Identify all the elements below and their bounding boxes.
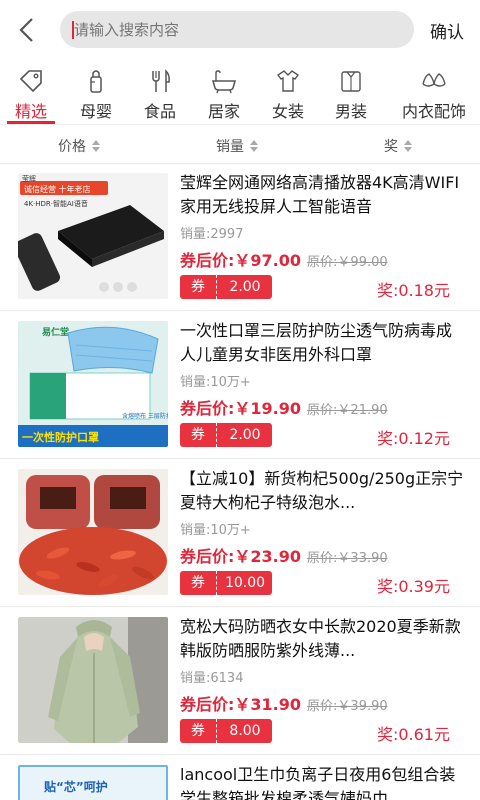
coupon-label: 券	[191, 575, 205, 591]
thumb-tag: 含熔喷布 三层防护	[122, 412, 168, 420]
tab-label: 母婴	[79, 102, 112, 121]
after-coupon-label: 券后价:	[180, 695, 235, 714]
tab-label: 居家	[207, 102, 240, 121]
reward-amount: 奖:0.12元	[376, 429, 450, 448]
tab-womens-wear[interactable]: 女装	[258, 60, 318, 124]
price-row: 券后价:￥97.00 原价:￥99.00	[180, 247, 388, 271]
product-title[interactable]: 【立减10】新货枸杞500g/250g正宗宁夏特大枸杞子特级泡水...	[180, 467, 464, 515]
reward-amount: 奖:0.61元	[376, 725, 450, 744]
thumb-brand: 易仁堂	[42, 326, 69, 338]
sales-count: 销量:10万+	[180, 523, 251, 538]
tab-home[interactable]: 居家	[190, 60, 258, 124]
product-image-sanitary-pad[interactable]: 贴“芯”呵护	[18, 765, 168, 800]
price-row: 券后价:￥23.90 原价:￥33.90	[180, 543, 388, 567]
sort-label: 销量	[216, 139, 244, 155]
product-card[interactable]: 【立减10】新货枸杞500g/250g正宗宁夏特大枸杞子特级泡水... 销量:1…	[0, 459, 480, 607]
coupon-label: 券	[191, 723, 205, 739]
product-card[interactable]: 宽松大码防晒衣女中长款2020夏季新款韩版防晒服防紫外线薄... 销量:6134…	[0, 607, 480, 755]
price-row: 券后价:￥19.90 原价:￥21.90	[180, 395, 388, 419]
original-price: 原价:￥33.90	[307, 551, 388, 566]
product-image-face-mask[interactable]: 易仁堂 一次性防护口罩 含熔喷布 三层防护	[18, 321, 168, 447]
search-input[interactable]	[74, 11, 394, 48]
product-card[interactable]: 诚信经营 十年老店 4K·HDR·智能AI语音 莹辉 莹辉全网通网络高清播放器4…	[0, 163, 480, 311]
product-title[interactable]: 一次性口罩三层防护防尘透气防病毒成人儿童男女非医用外科口罩	[180, 319, 464, 367]
product-card[interactable]: 易仁堂 一次性防护口罩 含熔喷布 三层防护 一次性口罩三层防护防尘透气防病毒成人…	[0, 311, 480, 459]
sort-by-sales[interactable]: 销量	[216, 136, 258, 156]
confirm-button[interactable]: 确认	[430, 18, 464, 43]
after-coupon-price: ￥31.90	[234, 695, 302, 714]
shirt-icon	[341, 71, 361, 92]
coupon-label: 券	[191, 427, 205, 443]
product-title[interactable]: lancool卫生巾负离子日夜用6包组合装学生整箱批发棉柔透气姨妈巾	[180, 763, 464, 800]
after-coupon-label: 券后价:	[180, 547, 235, 566]
sort-arrows-icon	[92, 140, 100, 152]
active-tab-underline	[7, 121, 55, 124]
original-price: 原价:￥39.90	[307, 699, 388, 714]
after-coupon-label: 券后价:	[180, 399, 235, 418]
tab-label: 女装	[271, 102, 304, 121]
sort-label: 奖	[384, 139, 398, 155]
sort-arrows-icon	[404, 140, 412, 152]
tab-label: 内衣配饰	[401, 102, 466, 121]
thumb-brand: 莹辉	[22, 174, 36, 183]
after-coupon-label: 券后价:	[180, 251, 235, 270]
bra-icon	[422, 73, 446, 87]
fork-knife-icon	[152, 69, 170, 92]
tab-label: 精选	[14, 102, 47, 121]
tab-lingerie-accessories[interactable]: 内衣配饰	[390, 60, 478, 124]
price-row: 券后价:￥31.90 原价:￥39.90	[180, 691, 388, 715]
thumb-banner: 一次性防护口罩	[22, 430, 99, 444]
sales-count: 销量:6134	[180, 671, 244, 686]
tab-featured[interactable]: 精选	[0, 60, 62, 124]
product-card[interactable]: 贴“芯”呵护 lancool卫生巾负离子日夜用6包组合装学生整箱批发棉柔透气姨妈…	[0, 755, 480, 800]
product-image-goji-berry[interactable]	[18, 469, 168, 595]
original-price: 原价:￥21.90	[307, 403, 388, 418]
coupon-badge[interactable]: 券 8.00	[180, 719, 272, 743]
sales-count: 销量:2997	[180, 227, 244, 242]
thumb-badge: 诚信经营 十年老店	[24, 184, 91, 194]
coupon-badge[interactable]: 券 2.00	[180, 423, 272, 447]
back-arrow-icon[interactable]	[14, 16, 42, 44]
after-coupon-price: ￥19.90	[234, 399, 302, 418]
original-price: 原价:￥99.00	[307, 255, 388, 270]
search-box[interactable]	[60, 11, 414, 48]
product-title[interactable]: 宽松大码防晒衣女中长款2020夏季新款韩版防晒服防紫外线薄...	[180, 615, 464, 663]
tab-food[interactable]: 食品	[130, 60, 190, 124]
sort-bar: 价格 销量 奖	[0, 125, 480, 164]
coupon-value: 8.00	[216, 719, 272, 743]
tab-label: 男装	[334, 102, 367, 121]
product-image-tv-box[interactable]: 诚信经营 十年老店 4K·HDR·智能AI语音 莹辉	[18, 173, 168, 299]
coupon-badge[interactable]: 券 2.00	[180, 275, 272, 299]
thumb-brand: 贴“芯”呵护	[44, 779, 108, 794]
dress-icon	[276, 70, 300, 92]
sort-label: 价格	[58, 139, 86, 155]
reward-amount: 奖:0.18元	[376, 281, 450, 300]
sort-by-reward[interactable]: 奖	[384, 136, 412, 156]
price-tag-icon	[19, 70, 42, 93]
coupon-label: 券	[191, 279, 205, 295]
tab-mens-wear[interactable]: 男装	[318, 60, 384, 124]
top-bar: 确认	[0, 0, 480, 60]
coupon-value: 2.00	[216, 275, 272, 299]
sort-by-price[interactable]: 价格	[58, 136, 100, 156]
coupon-value: 10.00	[216, 571, 272, 595]
after-coupon-price: ￥97.00	[234, 251, 302, 270]
sort-arrows-icon	[250, 140, 258, 152]
baby-bottle-icon	[90, 70, 102, 93]
bathtub-icon	[212, 70, 236, 94]
after-coupon-price: ￥23.90	[234, 547, 302, 566]
tab-maternity[interactable]: 母婴	[62, 60, 130, 124]
sales-count: 销量:10万+	[180, 375, 251, 390]
product-image-sun-jacket[interactable]	[18, 617, 168, 743]
coupon-value: 2.00	[216, 423, 272, 447]
category-tabs: 精选 母婴 食品 居家 女装 男装 内衣配饰	[0, 60, 480, 125]
product-title[interactable]: 莹辉全网通网络高清播放器4K高清WIFI家用无线投屏人工智能语音	[180, 171, 464, 219]
tab-label: 食品	[143, 102, 176, 121]
coupon-badge[interactable]: 券 10.00	[180, 571, 272, 595]
thumb-subtext: 4K·HDR·智能AI语音	[24, 199, 88, 208]
reward-amount: 奖:0.39元	[376, 577, 450, 596]
